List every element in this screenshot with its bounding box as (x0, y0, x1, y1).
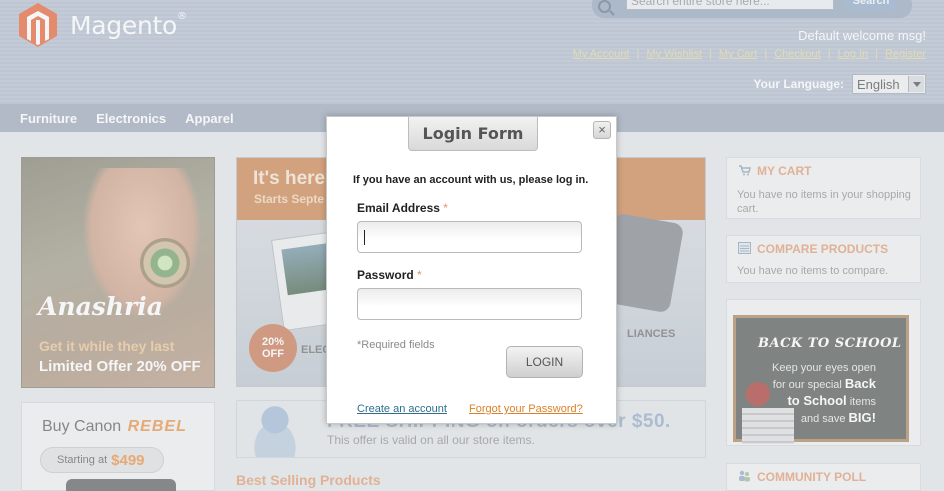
login-intro: If you have an account with us, please l… (353, 174, 589, 186)
login-button[interactable]: LOGIN (506, 346, 583, 378)
password-field[interactable] (357, 288, 582, 320)
required-mark: * (417, 268, 422, 282)
email-field[interactable] (357, 221, 582, 253)
text-caret (364, 230, 365, 245)
required-mark: * (443, 201, 448, 215)
email-label: Email Address * (357, 201, 448, 215)
password-label: Password * (357, 268, 422, 282)
forgot-password-link[interactable]: Forgot your Password? (469, 403, 583, 415)
login-modal: Login Form × If you have an account with… (326, 116, 617, 424)
password-label-text: Password (357, 268, 414, 282)
modal-title: Login Form (408, 117, 538, 151)
create-account-link[interactable]: Create an account (357, 403, 447, 415)
email-label-text: Email Address (357, 201, 440, 215)
close-icon[interactable]: × (593, 121, 611, 139)
required-fields-note: *Required fields (357, 339, 435, 351)
